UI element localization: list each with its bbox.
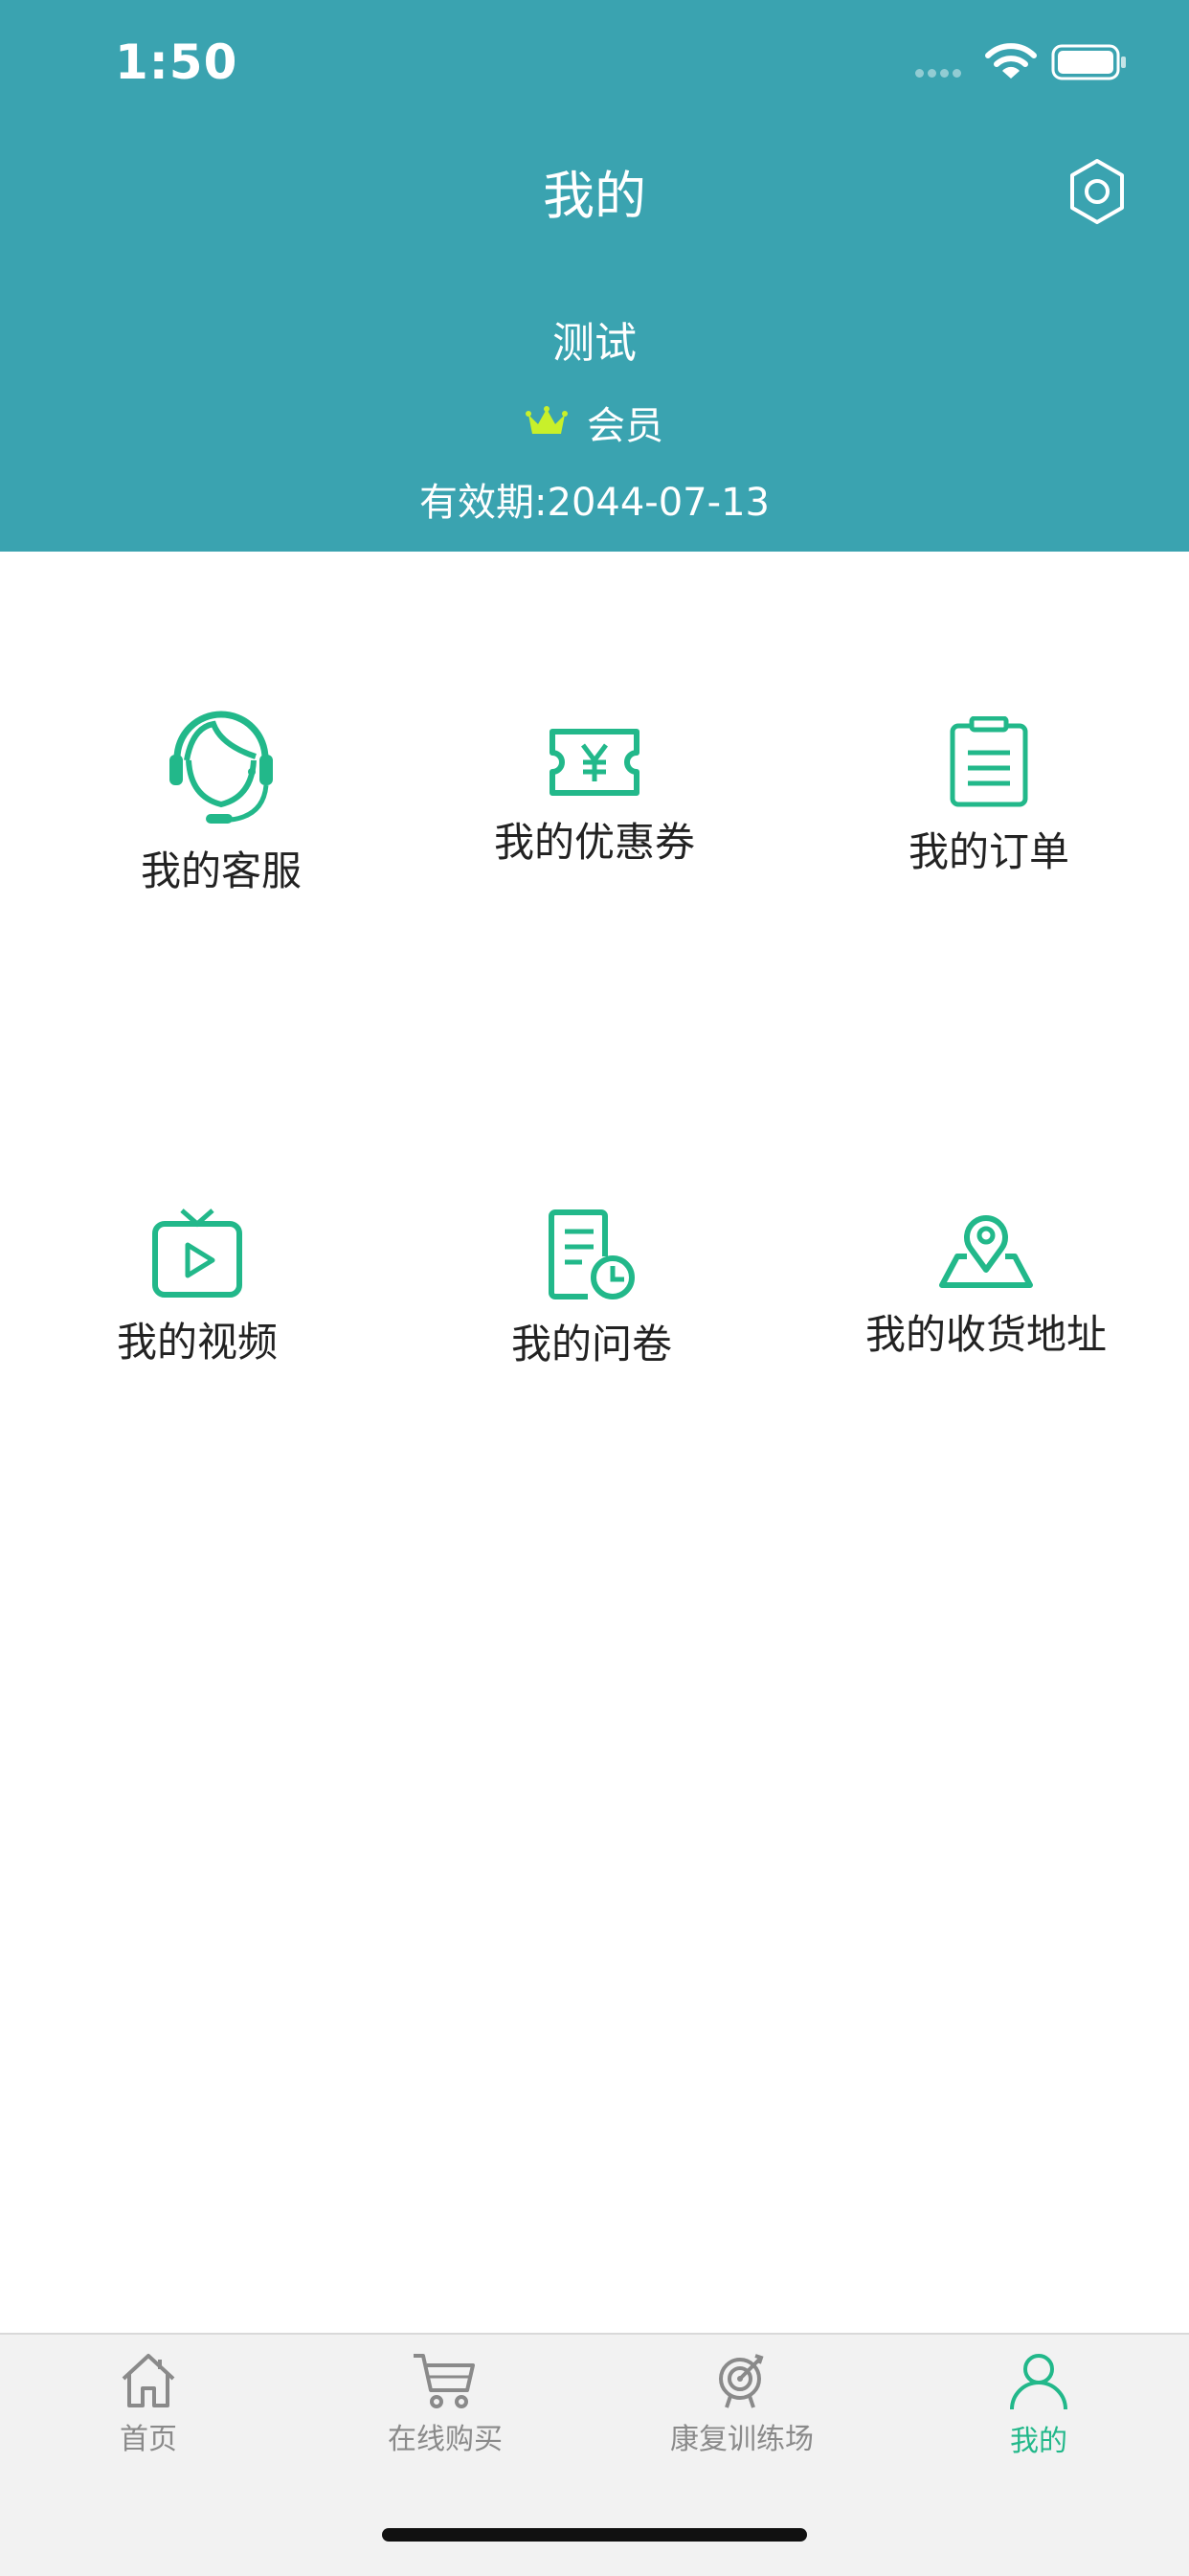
menu-label: 我的客服 (140, 847, 302, 894)
gear-icon[interactable] (1063, 157, 1132, 226)
cellular-signal-icon (915, 63, 965, 81)
menu-coupons[interactable]: 我的优惠券 (422, 726, 767, 869)
tv-play-icon (152, 1209, 242, 1298)
tab-label: 首页 (120, 2423, 177, 2456)
home-indicator[interactable] (382, 2528, 807, 2542)
target-icon (719, 2354, 764, 2408)
menu-customer-service[interactable]: 我的客服 (49, 701, 393, 897)
clipboard-icon (950, 716, 1028, 807)
menu-questionnaire[interactable]: 我的问卷 (419, 1209, 764, 1370)
menu-label: 我的视频 (116, 1319, 278, 1366)
menu-label: 我的问卷 (510, 1321, 672, 1367)
menu-label: 我的收货地址 (864, 1311, 1107, 1358)
status-time: 1:50 (115, 34, 238, 90)
tab-training[interactable]: 康复训练场 (594, 2350, 890, 2457)
battery-icon (1051, 44, 1126, 80)
map-pin-icon (939, 1215, 1033, 1288)
tab-label: 康复训练场 (670, 2423, 814, 2456)
menu-videos[interactable]: 我的视频 (25, 1209, 370, 1368)
tab-home[interactable]: 首页 (0, 2350, 297, 2457)
tab-shop[interactable]: 在线购买 (297, 2350, 594, 2457)
headset-agent-icon (169, 711, 273, 824)
house-icon (122, 2354, 175, 2407)
document-clock-icon (549, 1209, 635, 1299)
menu-address[interactable]: 我的收货地址 (814, 1214, 1158, 1361)
person-icon (1010, 2354, 1067, 2410)
tab-label: 在线购买 (388, 2423, 503, 2456)
menu-label: 我的订单 (908, 828, 1069, 875)
page-title: 我的 (543, 166, 646, 226)
crown-icon (526, 406, 568, 434)
wifi-icon (985, 43, 1037, 79)
member-label: 会员 (587, 404, 663, 448)
tab-label: 我的 (1010, 2425, 1067, 2458)
menu-label: 我的优惠券 (493, 819, 695, 866)
tab-mine[interactable]: 我的 (890, 2350, 1187, 2459)
cart-icon (414, 2354, 475, 2408)
menu-orders[interactable]: 我的订单 (817, 716, 1161, 878)
profile-header: 1:50 我的 测试 会员 有效期:2044-07-13 (0, 0, 1189, 552)
username: 测试 (552, 319, 637, 368)
membership-validity: 有效期:2044-07-13 (419, 481, 770, 525)
yen-ticket-icon (550, 729, 639, 796)
membership-badge: 会员 (0, 395, 1189, 450)
